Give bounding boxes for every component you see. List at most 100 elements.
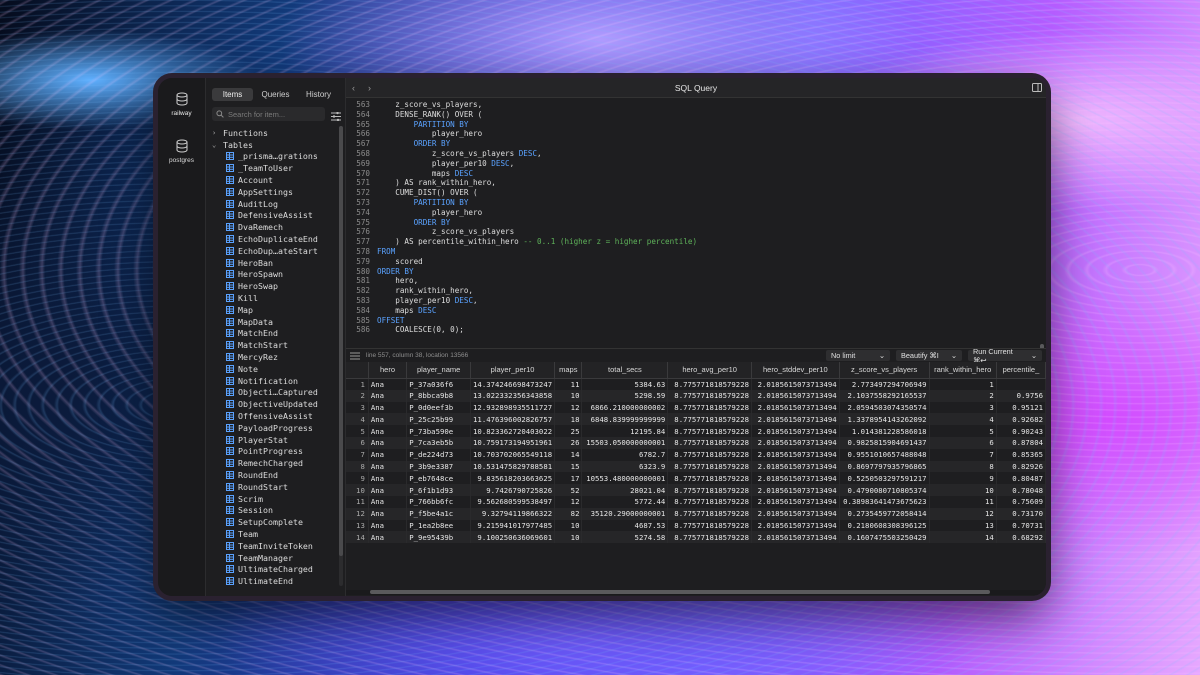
sql-editor[interactable]: 563 564 565 566 567 568 569 570 571 572 573 574 575 5… (346, 98, 1046, 348)
table-cell[interactable]: 10.823362720403022 (470, 425, 556, 437)
table-row[interactable]: 14 Ana P_9e95439b 9.100250636069601 10 5274.5… (346, 531, 1046, 544)
table-item[interactable]: TeamInviteToken (212, 540, 345, 552)
table-cell[interactable]: Ana (368, 484, 408, 496)
table-cell[interactable]: Ana (368, 519, 408, 532)
table-cell[interactable]: 0.4790080710805374 (839, 484, 930, 496)
table-cell[interactable]: 0.95121 (996, 401, 1046, 414)
table-cell[interactable]: P_73ba590e (406, 425, 472, 437)
table-cell[interactable]: P_6f1b1d93 (406, 484, 472, 496)
menu-icon[interactable] (350, 352, 360, 360)
table-cell[interactable]: Ana (368, 472, 408, 485)
table-row[interactable]: 9 Ana P_eb7648ce 9.835618203663625 17 10553.4… (346, 472, 1046, 485)
table-cell[interactable]: 5298.59 (581, 389, 669, 402)
table-row[interactable]: 12 Ana P_f5be4a1c 9.32794119866322 82 35120.2… (346, 507, 1046, 520)
table-cell[interactable]: 13 (929, 519, 997, 532)
table-cell[interactable]: 12 (554, 401, 583, 414)
table-item[interactable]: HeroSpawn (212, 269, 345, 281)
table-cell[interactable]: 35120.29000000001 (581, 507, 669, 520)
table-cell[interactable]: 8.775771818579228 (667, 425, 752, 437)
table-cell[interactable]: P_7ca3eb5b (406, 436, 472, 449)
run-current-button[interactable]: Run Current ⌘↩ ⌄ (968, 347, 1042, 365)
table-cell[interactable]: 10.531475829788581 (470, 460, 556, 473)
table-cell[interactable]: 8.775771818579228 (667, 448, 752, 461)
table-cell[interactable]: 8.775771818579228 (667, 378, 752, 390)
table-cell[interactable]: 0.9551010657488048 (839, 448, 930, 461)
table-cell[interactable]: 9.562680599538497 (470, 495, 556, 508)
table-item[interactable]: _TeamToUser (212, 162, 345, 174)
table-cell[interactable]: 9.215941017977485 (470, 519, 556, 532)
table-cell[interactable]: 8.775771818579228 (667, 495, 752, 508)
table-cell[interactable]: Ana (368, 460, 408, 473)
table-cell[interactable]: 0.2180608308396125 (839, 519, 930, 532)
results-horizontal-scrollbar[interactable] (346, 590, 1046, 595)
table-item[interactable]: EchoDup…ateStart (212, 245, 345, 257)
table-cell[interactable]: 12.932898935511727 (470, 401, 556, 414)
table-cell[interactable]: 12 (929, 507, 997, 520)
column-header[interactable]: percentile_ (996, 362, 1046, 379)
table-cell[interactable]: 0.87804 (996, 436, 1046, 449)
beautify-button[interactable]: Beautify ⌘I ⌄ (896, 350, 962, 361)
table-cell[interactable]: 2.0185615073713494 (751, 425, 840, 437)
column-header[interactable]: hero_avg_per10 (667, 362, 752, 379)
connection-railway[interactable]: railway (160, 92, 204, 117)
table-cell[interactable]: P_f5be4a1c (406, 507, 472, 520)
table-item[interactable]: Team (212, 528, 345, 540)
tab-items[interactable]: Items (212, 88, 253, 101)
table-row[interactable]: 11 Ana P_766bb6fc 9.562680599538497 12 5772.4… (346, 495, 1046, 508)
table-cell[interactable]: 8.775771818579228 (667, 531, 752, 544)
table-item[interactable]: MatchEnd (212, 328, 345, 340)
table-cell[interactable]: 5274.58 (581, 531, 669, 544)
table-cell[interactable]: 2.0185615073713494 (751, 507, 840, 520)
table-cell[interactable]: 0.9756 (996, 389, 1046, 402)
table-cell[interactable]: 2.0185615073713494 (751, 472, 840, 485)
table-cell[interactable]: 8.775771818579228 (667, 507, 752, 520)
table-cell[interactable]: 6323.9 (581, 460, 669, 473)
table-cell[interactable]: 6 (929, 436, 997, 449)
table-cell[interactable]: 5 (929, 425, 997, 437)
table-cell[interactable]: 2.773497294706949 (839, 378, 930, 390)
table-cell[interactable]: 8.775771818579228 (667, 413, 752, 426)
table-cell[interactable]: 0.70731 (996, 519, 1046, 532)
table-cell[interactable]: 6866.210000000002 (581, 401, 669, 414)
table-cell[interactable]: 8.775771818579228 (667, 519, 752, 532)
table-row[interactable]: 8 Ana P_3b9e3387 10.531475829788581 15 6323.9… (346, 460, 1046, 473)
table-cell[interactable]: 0.9825815904691437 (839, 436, 930, 449)
tree-group-tables[interactable]: ⌄ Tables (212, 139, 345, 151)
table-cell[interactable]: P_766bb6fc (406, 495, 472, 508)
table-cell[interactable]: P_9e95439b (406, 531, 472, 544)
table-cell[interactable]: 9 (929, 472, 997, 485)
table-cell[interactable]: Ana (368, 495, 408, 508)
table-item[interactable]: Note (212, 363, 345, 375)
table-item[interactable]: MercyRez (212, 351, 345, 363)
table-cell[interactable]: 6782.7 (581, 448, 669, 461)
table-item[interactable]: Session (212, 505, 345, 517)
table-cell[interactable]: Ana (368, 413, 408, 426)
table-cell[interactable]: 4 (929, 413, 997, 426)
table-cell[interactable]: 2.0185615073713494 (751, 389, 840, 402)
table-cell[interactable]: 0.75609 (996, 495, 1046, 508)
table-item[interactable]: RoundStart (212, 481, 345, 493)
search-input[interactable] (228, 109, 320, 119)
table-cell[interactable] (996, 378, 1046, 390)
table-cell[interactable]: 0.92682 (996, 413, 1046, 426)
table-cell[interactable]: 2.0185615073713494 (751, 460, 840, 473)
table-item[interactable]: PayloadProgress (212, 422, 345, 434)
table-cell[interactable]: P_37a036f6 (406, 378, 472, 390)
table-cell[interactable]: 7 (929, 448, 997, 461)
table-cell[interactable]: 0.8697797935796865 (839, 460, 930, 473)
table-cell[interactable]: 2.0185615073713494 (751, 484, 840, 496)
table-row[interactable]: 7 Ana P_de224d73 10.703702065549118 14 6782.7… (346, 448, 1046, 461)
table-item[interactable]: PointProgress (212, 446, 345, 458)
table-cell[interactable]: 18 (554, 413, 583, 426)
table-item[interactable]: SetupComplete (212, 516, 345, 528)
table-cell[interactable]: 26 (554, 436, 583, 449)
table-cell[interactable]: 10 (929, 484, 997, 496)
table-item[interactable]: _prisma…grations (212, 151, 345, 163)
table-item[interactable]: RemechCharged (212, 457, 345, 469)
table-cell[interactable]: 9.7426790725826 (470, 484, 556, 496)
table-cell[interactable]: 0.80487 (996, 472, 1046, 485)
column-header[interactable]: rank_within_hero (929, 362, 997, 379)
table-item[interactable]: MapData (212, 316, 345, 328)
table-cell[interactable]: Ana (368, 425, 408, 437)
table-cell[interactable]: 2.0594503074350574 (839, 401, 930, 414)
